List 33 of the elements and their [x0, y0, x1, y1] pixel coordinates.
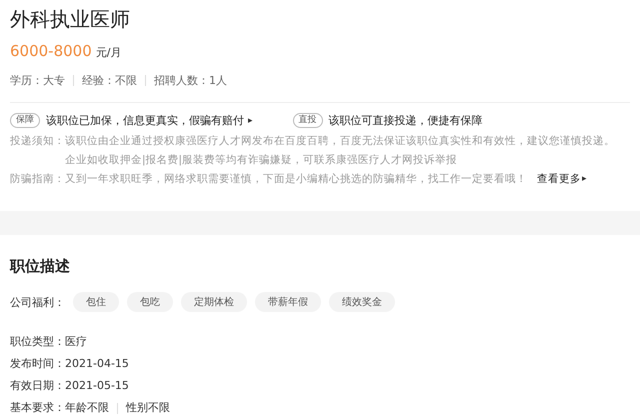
guarantee-text: 该职位已加保，信息更真实，假骗有赔付 — [46, 113, 244, 128]
welfare-tag: 绩效奖金 — [329, 292, 395, 312]
arrow-glyph[interactable]: ▸ — [248, 116, 253, 126]
detail-label: 基本要求： — [10, 400, 65, 416]
section-title: 职位描述 — [10, 257, 71, 276]
salary-amount: 6000-8000 — [10, 42, 92, 60]
welfare-tag: 包吃 — [127, 292, 173, 312]
welfare-tag: 定期体检 — [181, 292, 247, 312]
welfare-label: 公司福利： — [10, 294, 65, 310]
detail-value: 性别不限 — [126, 400, 170, 416]
fraud-label: 防骗指南： — [10, 172, 65, 187]
guarantee-text: 该职位可直接投递，便捷有保障 — [328, 113, 483, 128]
welfare-tag: 带薪年假 — [255, 292, 321, 312]
detail-value: 2021-04-15 — [65, 356, 129, 372]
requirement-text: 经验：不限 — [82, 73, 137, 88]
notice-text: 企业如收取押金|报名费|服装费等均有诈骗嫌疑，可联系康强医疗人才网投诉举报 — [65, 153, 458, 168]
detail-value: 2021-05-15 — [65, 378, 129, 394]
requirement-text: 招聘人数：1人 — [154, 73, 227, 88]
detail-label: 职位类型： — [10, 334, 65, 350]
see-more-link[interactable]: 查看更多▸ — [537, 170, 587, 189]
job-title: 外科执业医师 — [10, 6, 131, 32]
notice-label: 投递须知： — [10, 134, 65, 149]
detail-label: 有效日期： — [10, 378, 65, 394]
detail-label: 发布时间： — [10, 356, 65, 372]
salary-unit: 元/月 — [96, 45, 122, 60]
fraud-text: 又到一年求职旺季，网络求职需要谨慎，下面是小编精心挑选的防骗精华，找工作一定要看哦！ — [65, 172, 527, 187]
guarantee-badge: 保障 — [10, 113, 40, 128]
guarantee-badge: 直投 — [292, 113, 323, 128]
requirement-text: 学历：大专 — [10, 73, 65, 88]
detail-value: 年龄不限 — [65, 400, 109, 416]
notice-text: 该职位由企业通过授权康强医疗人才网发布在百度百聘，百度无法保证该职位真实性和有效性，建议您谨慎投递。 — [65, 134, 616, 149]
detail-value: 医疗 — [65, 334, 87, 350]
welfare-tag: 包住 — [73, 292, 119, 312]
